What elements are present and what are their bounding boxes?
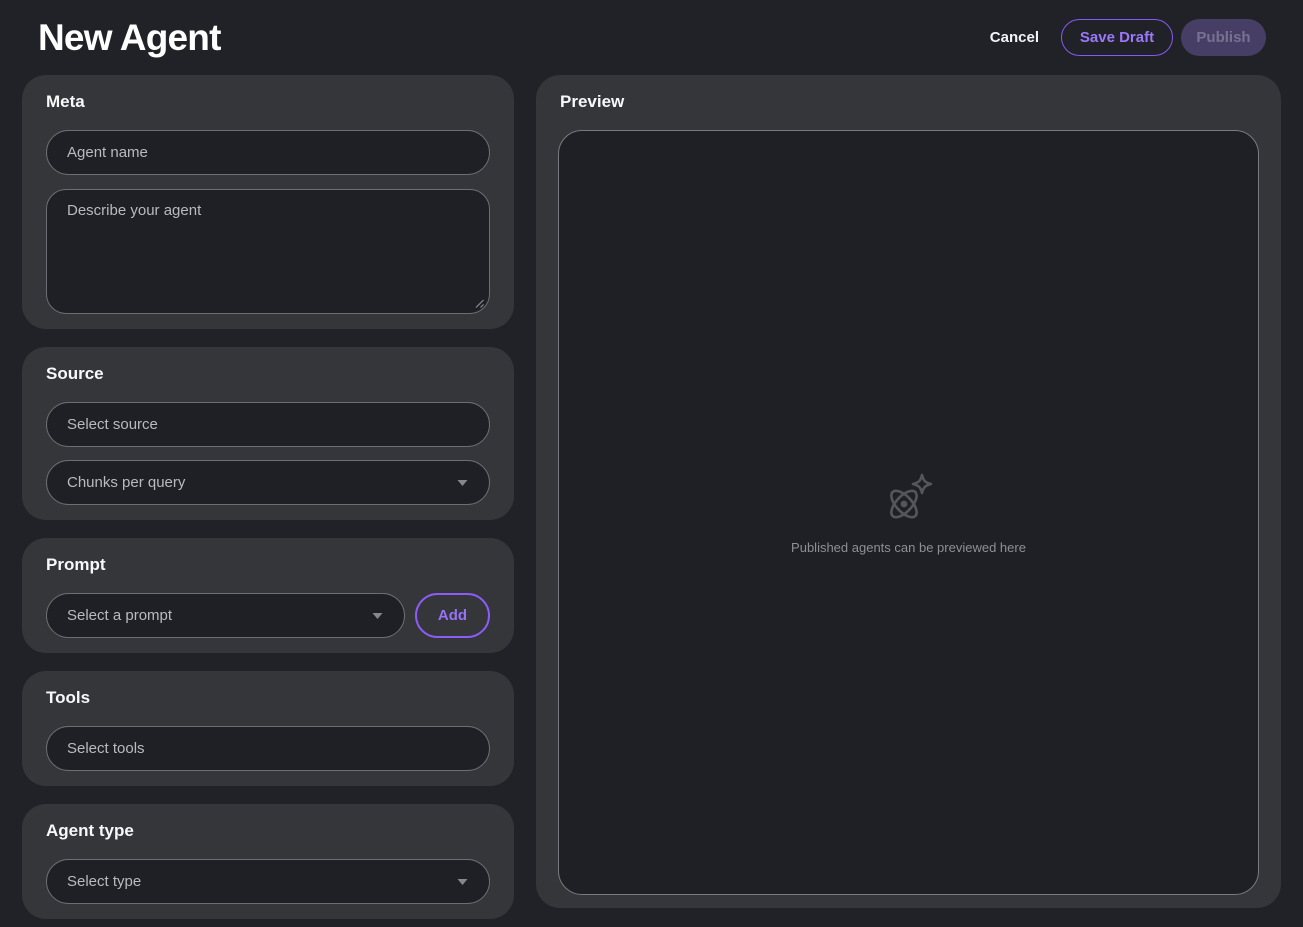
chevron-down-icon [371,612,384,620]
preview-card-title: Preview [560,92,1259,112]
meta-card: Meta [22,75,514,329]
select-source-input[interactable] [46,402,490,447]
meta-card-title: Meta [46,92,490,112]
agent-description-textarea[interactable] [46,189,490,314]
agent-name-input[interactable] [46,130,490,175]
agent-type-card-title: Agent type [46,821,490,841]
agent-type-select[interactable]: Select type [46,859,490,904]
prompt-card: Prompt Select a prompt Add [22,538,514,653]
source-card: Source Chunks per query [22,347,514,520]
chevron-down-icon [456,479,469,487]
prompt-row: Select a prompt Add [46,593,490,638]
select-tools-input[interactable] [46,726,490,771]
prompt-card-title: Prompt [46,555,490,575]
chunks-per-query-select[interactable]: Chunks per query [46,460,490,505]
cancel-button[interactable]: Cancel [988,25,1041,50]
select-prompt-value: Select a prompt [67,607,172,624]
add-prompt-button[interactable]: Add [415,593,490,638]
chevron-down-icon [456,878,469,886]
preview-panel: Published agents can be previewed here [558,130,1259,895]
agent-atom-sparkle-icon [883,471,935,527]
chunks-per-query-value: Chunks per query [67,474,185,491]
agent-type-value: Select type [67,873,141,890]
agent-description-wrapper [46,189,490,314]
preview-empty-text: Published agents can be previewed here [791,540,1026,555]
main-content: Meta Source Chunks per query Prompt [0,75,1303,919]
save-draft-button[interactable]: Save Draft [1061,19,1173,56]
header: New Agent Cancel Save Draft Publish [0,0,1303,75]
preview-card: Preview Published agents can be previewe… [536,75,1281,908]
publish-button[interactable]: Publish [1181,19,1266,56]
header-actions: Cancel Save Draft Publish [988,19,1266,56]
tools-card: Tools [22,671,514,786]
source-card-title: Source [46,364,490,384]
form-column: Meta Source Chunks per query Prompt [22,75,514,919]
page-title: New Agent [38,17,221,59]
tools-card-title: Tools [46,688,490,708]
agent-type-card: Agent type Select type [22,804,514,919]
select-prompt-dropdown[interactable]: Select a prompt [46,593,405,638]
